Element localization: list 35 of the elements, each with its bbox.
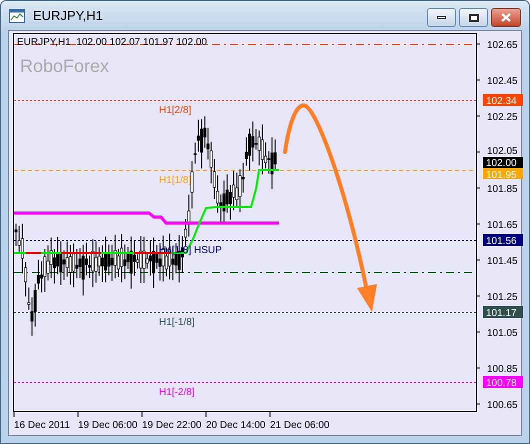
price-axis-label: 101.65 xyxy=(487,220,518,231)
price-axis-label: 101.45 xyxy=(487,256,518,267)
close-button[interactable] xyxy=(491,8,521,27)
chart-header: EURJPY,H1 102.00 102.07 101.97 102.00 xyxy=(17,37,207,48)
price-tag: 100.78 xyxy=(483,376,523,389)
price-tag: 101.95 xyxy=(483,168,523,181)
price-axis-label: 102.45 xyxy=(487,76,518,87)
price-tag: 101.17 xyxy=(483,306,523,319)
price-axis-label: 100.65 xyxy=(487,400,518,411)
level-label: H4[1/8] HSUP xyxy=(159,245,222,256)
watermark: RoboForex xyxy=(20,56,110,76)
level-label: H1[-2/8] xyxy=(159,387,195,398)
time-axis-label: 20 Dec 14:00 xyxy=(206,420,266,431)
price-axis-label: 100.85 xyxy=(487,364,518,375)
time-axis-label: 19 Dec 06:00 xyxy=(78,420,138,431)
level-label: H1[2/8] xyxy=(159,105,192,116)
time-axis-label: 16 Dec 2011 xyxy=(14,420,70,431)
price-axis-label: 102.25 xyxy=(487,112,518,123)
price-axis-label: 101.25 xyxy=(487,292,518,303)
price-axis-label: 101.85 xyxy=(487,184,518,195)
time-axis-label: 21 Dec 06:00 xyxy=(270,420,330,431)
close-icon xyxy=(501,13,511,22)
level-label: H1[1/8] xyxy=(159,175,192,186)
window-title: EURJPY,H1 xyxy=(33,6,103,25)
minimize-button[interactable] xyxy=(427,8,456,27)
level-label: H1[-1/8] xyxy=(159,317,195,328)
price-axis-label: 102.65 xyxy=(487,40,518,51)
chart-window-icon xyxy=(9,8,25,22)
maximize-button[interactable] xyxy=(459,8,488,27)
current-price-tag: 102.00 xyxy=(483,157,523,169)
price-tag: 101.56 xyxy=(483,234,523,247)
price-tag: 102.34 xyxy=(483,94,523,107)
price-axis-label: 102.05 xyxy=(487,146,518,157)
price-axis-label: 101.05 xyxy=(487,328,518,339)
time-axis-label: 19 Dec 22:00 xyxy=(142,420,202,431)
